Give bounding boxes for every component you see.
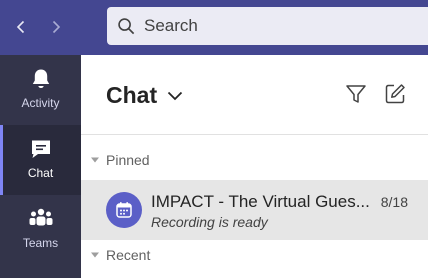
- bell-icon: [28, 66, 54, 92]
- chat-date: 8/18: [380, 194, 408, 210]
- page-title[interactable]: Chat: [106, 82, 157, 109]
- rail-item-teams[interactable]: Teams: [0, 195, 81, 265]
- filter-button[interactable]: [343, 81, 369, 107]
- back-button[interactable]: [8, 14, 34, 40]
- top-bar: [0, 0, 428, 55]
- chat-panel-header: Chat: [81, 55, 428, 135]
- pinned-section-label: Pinned: [106, 152, 150, 168]
- rail-item-chat[interactable]: Chat: [0, 125, 81, 195]
- compose-icon: [385, 84, 405, 104]
- rail-item-label: Teams: [22, 236, 59, 250]
- calendar-icon: [116, 202, 132, 218]
- chat-list-item[interactable]: IMPACT - The Virtual Gues... Recording i…: [81, 180, 428, 240]
- chat-preview: Recording is ready: [151, 214, 268, 230]
- chevron-right-icon: [52, 20, 61, 34]
- rail-item-label: Chat: [27, 166, 54, 180]
- chat-icon: [28, 136, 54, 162]
- caret-down-icon: [90, 250, 100, 260]
- chat-panel: Chat Pinned IMPACT - The Virtual Gues...…: [81, 55, 428, 278]
- chevron-down-icon[interactable]: [164, 85, 186, 107]
- new-chat-button[interactable]: [382, 81, 408, 107]
- search-box[interactable]: [107, 7, 428, 45]
- teams-icon: [28, 206, 54, 232]
- rail-item-activity[interactable]: Activity: [0, 55, 81, 125]
- filter-icon: [346, 85, 366, 103]
- recent-section-label: Recent: [106, 247, 151, 263]
- recent-section-header[interactable]: Recent: [81, 243, 428, 267]
- avatar: [106, 192, 142, 228]
- chevron-left-icon: [16, 20, 25, 34]
- chat-title: IMPACT - The Virtual Gues...: [151, 192, 370, 211]
- forward-button[interactable]: [43, 14, 69, 40]
- caret-down-icon: [90, 155, 100, 165]
- app-rail: Activity Chat Teams: [0, 55, 81, 278]
- pinned-section-header[interactable]: Pinned: [81, 148, 428, 172]
- search-input[interactable]: [144, 16, 404, 36]
- rail-item-label: Activity: [21, 96, 60, 110]
- search-icon: [118, 17, 135, 34]
